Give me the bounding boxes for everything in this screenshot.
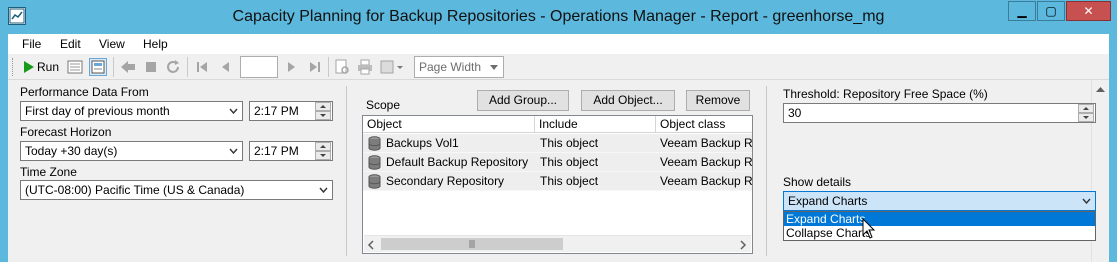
- menu-help[interactable]: Help: [143, 37, 168, 51]
- spin-up-icon[interactable]: [315, 142, 331, 151]
- spin-down-icon[interactable]: [315, 151, 331, 160]
- show-details-dropdown: Expand Charts Collapse Charts: [783, 211, 1096, 241]
- close-button[interactable]: ✕: [1066, 1, 1111, 21]
- row-include: This object: [540, 174, 599, 188]
- show-details-label: Show details: [783, 175, 852, 189]
- chevron-down-icon: [227, 142, 239, 160]
- time-spinner[interactable]: [315, 102, 331, 120]
- time-spinner[interactable]: [315, 142, 331, 160]
- scroll-left-icon[interactable]: [367, 239, 375, 253]
- menu-view[interactable]: View: [99, 37, 125, 51]
- threshold-input[interactable]: 30: [783, 103, 1096, 123]
- table-row[interactable]: Secondary Repository This object Veeam B…: [363, 172, 752, 191]
- time-zone-label: Time Zone: [20, 165, 77, 179]
- refresh-icon[interactable]: [164, 58, 182, 76]
- chevron-down-icon: [227, 102, 239, 120]
- show-details-value: Expand Charts: [788, 194, 868, 208]
- performance-data-label: Performance Data From: [20, 85, 149, 99]
- zoom-select[interactable]: Page Width: [414, 56, 504, 78]
- toolbar-grip: [12, 58, 16, 76]
- run-icon[interactable]: [20, 58, 38, 76]
- row-class: Veeam Backup R...: [660, 155, 752, 169]
- row-include: This object: [540, 136, 599, 150]
- toolbar-separator: [113, 57, 114, 77]
- horizontal-scrollbar[interactable]: [364, 235, 751, 252]
- page-number-input[interactable]: [240, 56, 278, 78]
- chevron-down-icon: [488, 58, 500, 76]
- export-icon[interactable]: [379, 58, 405, 76]
- forecast-time-value: 2:17 PM: [254, 144, 299, 158]
- forecast-horizon-select[interactable]: Today +30 day(s): [20, 141, 243, 161]
- scroll-thumb[interactable]: [381, 238, 563, 250]
- threshold-label: Threshold: Repository Free Space (%): [783, 87, 988, 101]
- performance-time-input[interactable]: 2:17 PM: [249, 101, 333, 121]
- row-include: This object: [540, 155, 599, 169]
- window-title: Capacity Planning for Backup Repositorie…: [232, 8, 885, 25]
- panel-divider: [766, 86, 767, 256]
- parameters-view-icon[interactable]: [89, 58, 107, 76]
- row-object: Default Backup Repository: [386, 155, 529, 169]
- column-header-object[interactable]: Object: [363, 116, 535, 133]
- column-header-object-class[interactable]: Object class: [656, 116, 752, 133]
- remove-button[interactable]: Remove: [686, 90, 750, 111]
- row-object: Backups Vol1: [386, 136, 459, 150]
- performance-data-select[interactable]: First day of previous month: [20, 101, 243, 121]
- chevron-down-icon: [1080, 192, 1092, 210]
- stop-icon[interactable]: [142, 58, 160, 76]
- zoom-select-value: Page Width: [419, 60, 482, 74]
- chevron-down-icon: [317, 181, 329, 199]
- run-button[interactable]: Run: [37, 60, 59, 74]
- first-page-icon[interactable]: [193, 58, 211, 76]
- option-collapse-charts[interactable]: Collapse Charts: [784, 226, 1095, 240]
- list-view-icon[interactable]: [66, 58, 84, 76]
- row-object: Secondary Repository: [386, 174, 505, 188]
- print-layout-icon[interactable]: [333, 58, 351, 76]
- spin-up-icon[interactable]: [1078, 104, 1094, 113]
- forecast-horizon-value: Today +30 day(s): [25, 144, 118, 158]
- toolbar-separator: [187, 57, 188, 77]
- table-row[interactable]: Backups Vol1 This object Veeam Backup R.…: [363, 134, 752, 153]
- chevron-up-icon: [1096, 87, 1105, 92]
- mouse-cursor-icon: [862, 217, 876, 243]
- performance-time-value: 2:17 PM: [254, 104, 299, 118]
- database-icon: [368, 174, 381, 195]
- forecast-time-input[interactable]: 2:17 PM: [249, 141, 333, 161]
- panel-divider: [346, 86, 347, 256]
- scope-grid: Object Include Object class Backups Vol1…: [362, 115, 753, 254]
- spin-down-icon[interactable]: [1078, 113, 1094, 122]
- toolbar-separator: [328, 57, 329, 77]
- table-row[interactable]: Default Backup Repository This object Ve…: [363, 153, 752, 172]
- scope-label: Scope: [366, 98, 401, 112]
- time-zone-value: (UTC-08:00) Pacific Time (US & Canada): [25, 183, 245, 197]
- previous-page-icon[interactable]: [216, 58, 234, 76]
- option-expand-charts[interactable]: Expand Charts: [784, 212, 1095, 226]
- add-object-button[interactable]: Add Object...: [581, 90, 675, 111]
- spin-up-icon[interactable]: [315, 102, 331, 111]
- forecast-horizon-label: Forecast Horizon: [20, 125, 112, 139]
- back-icon[interactable]: [119, 58, 137, 76]
- minimize-button[interactable]: ▁: [1008, 1, 1036, 21]
- menu-file[interactable]: File: [22, 37, 41, 51]
- next-page-icon[interactable]: [283, 58, 301, 76]
- row-class: Veeam Backup R...: [660, 174, 752, 188]
- threshold-spinner[interactable]: [1078, 104, 1094, 122]
- scroll-right-icon[interactable]: [739, 239, 747, 253]
- performance-data-value: First day of previous month: [25, 104, 170, 118]
- menu-edit[interactable]: Edit: [60, 37, 81, 51]
- time-zone-select[interactable]: (UTC-08:00) Pacific Time (US & Canada): [20, 180, 333, 200]
- print-icon[interactable]: [356, 58, 374, 76]
- maximize-button[interactable]: ▢: [1037, 1, 1065, 21]
- last-page-icon[interactable]: [306, 58, 324, 76]
- spin-down-icon[interactable]: [315, 111, 331, 120]
- column-header-include[interactable]: Include: [535, 116, 656, 133]
- row-class: Veeam Backup R...: [660, 136, 752, 150]
- threshold-value: 30: [788, 106, 802, 120]
- show-details-select[interactable]: Expand Charts: [783, 191, 1096, 211]
- add-group-button[interactable]: Add Group...: [477, 90, 569, 111]
